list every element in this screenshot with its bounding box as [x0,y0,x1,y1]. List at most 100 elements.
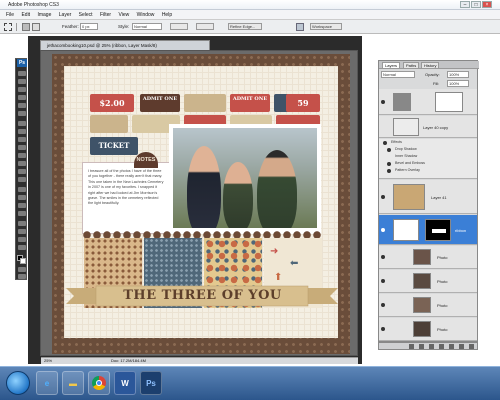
opacity-input[interactable]: 100% [447,71,469,78]
blend-mode-select[interactable]: Normal [381,71,415,78]
magic-wand-tool-icon[interactable] [18,95,26,100]
eye-icon[interactable] [383,141,387,145]
taskbar-chrome-icon[interactable] [88,371,110,395]
crop-tool-icon[interactable] [18,103,26,108]
eye-icon[interactable] [381,303,385,307]
eraser-tool-icon[interactable] [18,153,26,158]
tab-history[interactable]: History [421,62,440,69]
layer-name: Photo [437,255,448,260]
move-tool-icon[interactable] [18,71,26,76]
shape-tool-icon[interactable] [18,211,26,216]
menu-edit[interactable]: Edit [21,10,30,20]
refine-edge-button[interactable]: Refine Edge... [228,23,262,30]
taskbar-explorer-icon[interactable]: ▬ [62,371,84,395]
marquee-tool-icon[interactable] [4,23,12,31]
layer-thumbnail [393,93,411,111]
brushes-icon[interactable] [296,23,304,31]
marquee-tool-icon[interactable] [18,79,26,84]
history-brush-tool-icon[interactable] [18,145,26,150]
eye-icon[interactable] [381,195,385,199]
background-color-swatch[interactable] [20,258,26,264]
dodge-tool-icon[interactable] [18,177,26,182]
gradient-tool-icon[interactable] [18,161,26,166]
menu-select[interactable]: Select [79,10,93,20]
fill-input[interactable]: 100% [447,80,469,87]
menu-view[interactable]: View [118,10,129,20]
close-button[interactable]: × [482,1,492,8]
brush-tool-icon[interactable] [18,129,26,134]
layer-row[interactable]: Photo [379,246,477,269]
start-button[interactable] [6,371,30,395]
zoom-level[interactable]: 25% [44,358,52,364]
layer-thumbnail [413,297,431,313]
ticket-tan-2 [90,115,128,133]
trash-icon[interactable] [469,344,474,349]
eye-icon[interactable] [387,169,391,173]
add-style-icon[interactable] [419,344,424,349]
healing-brush-tool-icon[interactable] [18,121,26,126]
new-layer-icon[interactable] [459,344,464,349]
hand-tool-icon[interactable] [18,237,26,242]
clone-stamp-tool-icon[interactable] [18,137,26,142]
slice-tool-icon[interactable] [18,111,26,116]
link-layers-icon[interactable] [409,344,414,349]
eye-icon[interactable] [387,162,391,166]
workspace-button[interactable]: Workspace [310,23,342,30]
toolbox: Ps [15,58,27,280]
height-field[interactable] [196,23,214,30]
eye-icon[interactable] [381,255,385,259]
quick-mask-icon[interactable] [18,267,26,272]
pen-tool-icon[interactable] [18,187,26,192]
feather-input[interactable]: 0 px [80,23,98,30]
zoom-tool-icon[interactable] [18,245,26,250]
layer-row-selected[interactable]: ribbon [379,215,477,245]
layer-name: Photo [437,327,448,332]
path-selection-tool-icon[interactable] [18,203,26,208]
ticket-admit-1: ADMIT ONE [140,94,180,112]
blur-tool-icon[interactable] [18,169,26,174]
add-mask-icon[interactable] [429,344,434,349]
taskbar-ie-icon[interactable]: e [36,371,58,395]
layer-row[interactable]: Photo [379,270,477,293]
eye-icon[interactable] [381,228,385,232]
layer-row[interactable]: Photo [379,318,477,341]
menu-bar: File Edit Image Layer Select Filter View… [0,10,500,20]
layer-row[interactable] [379,89,477,115]
eye-icon[interactable] [387,148,391,152]
width-field[interactable] [170,23,188,30]
taskbar-word-icon[interactable]: W [114,371,136,395]
layer-row[interactable]: Layer 40 copy [379,116,477,138]
menu-window[interactable]: Window [137,10,155,20]
tab-paths[interactable]: Paths [403,62,420,69]
layer-thumbnail [393,219,419,241]
tab-layers[interactable]: Layers [382,62,401,69]
style-select[interactable]: Normal [132,23,162,30]
new-group-icon[interactable] [449,344,454,349]
notes-card: I treasure all of the photos I have of t… [82,162,170,234]
screen-mode-icon[interactable] [18,274,26,279]
menu-file[interactable]: File [6,10,14,20]
menu-layer[interactable]: Layer [59,10,72,20]
menu-help[interactable]: Help [162,10,172,20]
layer-effects[interactable]: Effects Drop Shadow Inner Shadow Bevel a… [379,139,477,179]
minimize-button[interactable]: – [460,1,470,8]
eye-icon[interactable] [381,327,385,331]
type-tool-icon[interactable] [18,195,26,200]
menu-image[interactable]: Image [37,10,51,20]
lasso-tool-icon[interactable] [18,87,26,92]
add-selection-icon[interactable] [32,23,40,31]
eye-icon[interactable] [381,279,385,283]
new-selection-icon[interactable] [22,23,30,31]
document-tab[interactable]: jethacombooking10.psd @ 25% (ribbon, Lay… [40,40,210,50]
eyedropper-tool-icon[interactable] [18,229,26,234]
notes-tool-icon[interactable] [18,221,26,226]
ticket-price: $2.00 [90,94,134,112]
layer-row[interactable]: Photo [379,294,477,317]
adjustment-layer-icon[interactable] [439,344,444,349]
menu-filter[interactable]: Filter [100,10,111,20]
layer-row[interactable]: Layer 41 [379,180,477,214]
window-controls: – □ × [460,1,492,8]
maximize-button[interactable]: □ [471,1,481,8]
eye-icon[interactable] [381,100,385,104]
taskbar-photoshop-icon[interactable]: Ps [140,371,162,395]
